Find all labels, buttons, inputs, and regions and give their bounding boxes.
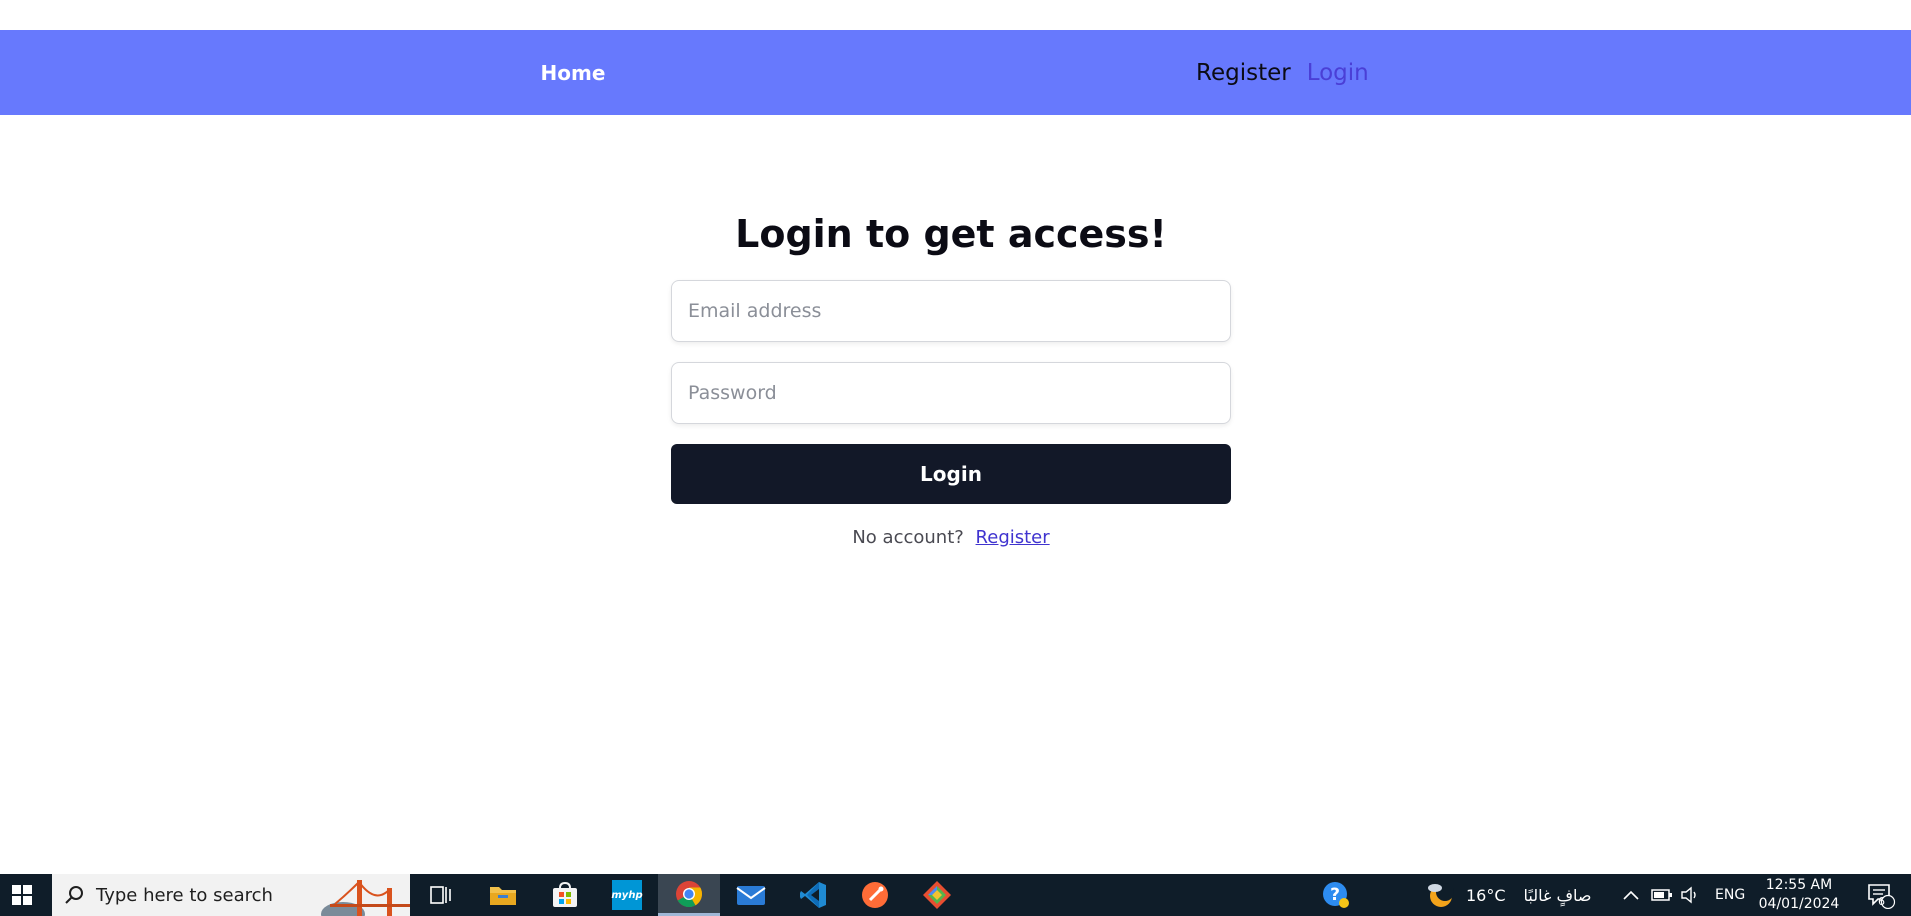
nav-auth-links: Register Login xyxy=(1196,30,1369,115)
vscode-button[interactable] xyxy=(782,874,844,916)
no-account-text: No account? xyxy=(852,527,964,548)
password-field[interactable] xyxy=(671,362,1231,424)
chrome-icon xyxy=(676,880,703,907)
email-field[interactable] xyxy=(671,280,1231,342)
show-hidden-icons-button[interactable] xyxy=(1622,874,1640,916)
chevron-up-icon xyxy=(1623,890,1639,900)
register-prompt: No account? Register xyxy=(671,527,1231,548)
notification-count: 6 xyxy=(1878,895,1885,908)
file-explorer-button[interactable] xyxy=(472,874,534,916)
help-tray-button[interactable]: ? xyxy=(1322,874,1350,916)
chrome-button[interactable] xyxy=(658,874,720,916)
search-placeholder: Type here to search xyxy=(96,884,273,906)
mail-icon xyxy=(736,886,766,905)
login-title: Login to get access! xyxy=(735,212,1167,256)
myhp-icon: myhp xyxy=(611,880,643,910)
battery-tray-button[interactable] xyxy=(1651,874,1673,916)
start-button[interactable] xyxy=(0,874,44,916)
task-view-button[interactable] xyxy=(410,874,472,916)
nav-home-link[interactable]: Home xyxy=(518,30,628,115)
clock-time: 12:55 AM xyxy=(1765,877,1833,893)
register-link[interactable]: Register xyxy=(976,527,1050,548)
myhp-label: myhp xyxy=(611,889,643,901)
moon-cloud-icon xyxy=(1428,883,1454,907)
taskbar-clock[interactable]: 12:55 AM 04/01/2024 xyxy=(1755,876,1843,916)
git-button[interactable] xyxy=(906,874,968,916)
file-explorer-icon xyxy=(490,887,516,905)
postman-button[interactable] xyxy=(844,874,906,916)
microsoft-store-button[interactable] xyxy=(534,874,596,916)
bridge-illustration-icon xyxy=(321,880,410,916)
task-view-icon xyxy=(430,886,451,904)
svg-text:?: ? xyxy=(1330,885,1340,905)
nav-register-link[interactable]: Register xyxy=(1196,60,1291,86)
postman-icon xyxy=(862,882,888,908)
volume-tray-button[interactable] xyxy=(1680,874,1702,916)
taskbar-search-box[interactable]: Type here to search xyxy=(52,874,410,916)
language-indicator[interactable]: ENG xyxy=(1715,874,1745,916)
taskbar: Type here to search myhp ? 16°C صافٍ غال… xyxy=(0,874,1911,916)
notification-center-button[interactable]: 6 xyxy=(1856,874,1906,916)
microsoft-store-icon xyxy=(553,882,577,907)
clock-date: 04/01/2024 xyxy=(1758,896,1840,912)
myhp-button[interactable]: myhp xyxy=(596,874,658,916)
language-label: ENG xyxy=(1715,887,1746,903)
search-icon xyxy=(65,886,83,904)
volume-icon xyxy=(1681,886,1696,904)
windows-logo-icon xyxy=(12,885,32,905)
weather-temp: 16°C xyxy=(1466,885,1506,905)
top-navbar: Home Register Login xyxy=(0,30,1911,115)
vscode-icon xyxy=(800,882,826,908)
weather-text: صافٍ غالبًا xyxy=(1523,885,1592,905)
nav-login-link[interactable]: Login xyxy=(1307,60,1369,86)
weather-widget[interactable]: 16°C صافٍ غالبًا xyxy=(1426,874,1591,916)
git-icon xyxy=(923,881,951,909)
help-icon: ? xyxy=(1323,882,1349,908)
login-button[interactable]: Login xyxy=(671,444,1231,504)
battery-icon xyxy=(1651,889,1672,901)
mail-button[interactable] xyxy=(720,874,782,916)
page: Home Register Login Login to get access!… xyxy=(0,0,1911,916)
